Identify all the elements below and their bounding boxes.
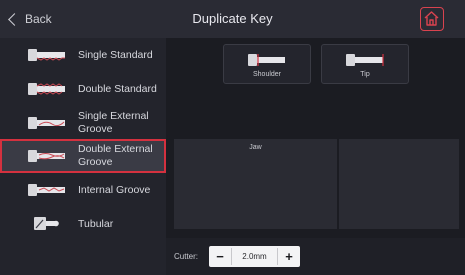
cutter-bar: Cutter: − 2.0mm + <box>166 238 465 275</box>
key-type-sidebar: Single Standard Double Standard Single E… <box>0 38 166 275</box>
increase-button[interactable]: + <box>278 246 300 267</box>
sidebar-item-label: Double External Groove <box>78 143 153 168</box>
cutter-label: Cutter: <box>174 252 199 261</box>
sidebar-item-label: Single External Groove <box>78 110 149 135</box>
key-single-external-groove-icon <box>28 117 65 129</box>
option-shoulder[interactable]: Shoulder <box>223 44 311 84</box>
key-shoulder-icon <box>248 54 285 66</box>
decrease-button[interactable]: − <box>209 246 231 267</box>
sidebar-item-single-external-groove[interactable]: Single External Groove <box>0 106 166 140</box>
cutter-stepper[interactable]: − 2.0mm + <box>209 246 300 267</box>
page-title: Duplicate Key <box>192 11 273 26</box>
sidebar-item-single-standard[interactable]: Single Standard <box>0 38 166 72</box>
option-tip[interactable]: Tip <box>321 44 409 84</box>
preview-panel <box>339 139 459 229</box>
sidebar-item-label: Tubular <box>78 217 114 230</box>
sidebar-item-tubular[interactable]: Tubular <box>0 207 166 241</box>
key-double-external-groove-icon <box>28 150 65 162</box>
key-internal-groove-icon <box>28 184 65 196</box>
key-tip-icon <box>346 54 384 66</box>
key-single-standard-icon <box>28 49 65 61</box>
top-bar: Back Duplicate Key <box>0 0 465 38</box>
sidebar-item-double-standard[interactable]: Double Standard <box>0 72 166 106</box>
cutter-value: 2.0mm <box>231 248 278 265</box>
key-double-standard-icon <box>28 83 65 95</box>
key-tubular-icon <box>34 217 59 230</box>
sidebar-item-internal-groove[interactable]: Internal Groove <box>0 173 166 207</box>
home-icon <box>424 11 439 26</box>
sidebar-item-double-external-groove[interactable]: Double External Groove <box>0 139 166 173</box>
sidebar-item-label: Double Standard <box>78 82 157 95</box>
jaw-panel: Jaw <box>174 139 337 229</box>
sidebar-item-label: Single Standard <box>78 48 153 61</box>
sidebar-item-label: Internal Groove <box>78 183 151 196</box>
jaw-label: Jaw <box>249 144 262 151</box>
option-label: Shoulder <box>252 71 282 78</box>
home-button[interactable] <box>420 7 444 31</box>
main-area: Shoulder Tip Jaw <box>166 38 465 238</box>
option-label: Tip <box>360 71 370 78</box>
